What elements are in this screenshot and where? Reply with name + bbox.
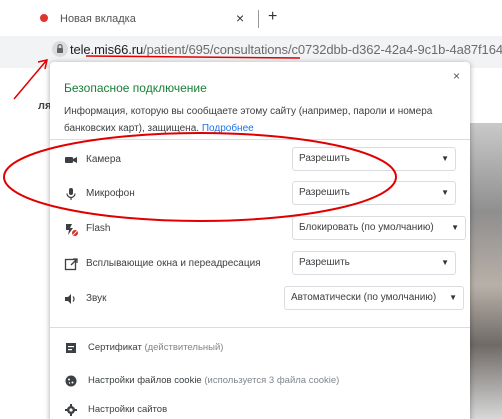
popup-redirect-icon <box>64 258 78 271</box>
microphone-permission-select[interactable]: Разрешить ▼ <box>292 181 456 205</box>
url-text[interactable]: tele.mis66.ru/patient/695/consultations/… <box>70 42 502 57</box>
flash-permission-select[interactable]: Блокировать (по умолчанию) ▼ <box>292 216 466 240</box>
sound-icon <box>65 294 75 304</box>
select-value: Блокировать (по умолчанию) <box>299 222 434 233</box>
permission-label: Flash <box>86 223 111 234</box>
record-indicator-icon <box>40 14 48 22</box>
browser-window: Новая вкладка × + tele.mis66.ru/patient/… <box>0 0 502 419</box>
permission-row-flash: Flash Блокировать (по умолчанию) ▼ <box>50 212 470 246</box>
url-path: /patient/695/consultations/c0732dbb-d362… <box>143 42 502 57</box>
sound-permission-select[interactable]: Автоматически (по умолчанию) ▼ <box>284 286 464 310</box>
url-host: tele.mis66.ru <box>70 42 144 57</box>
certificate-status: (действительный) <box>144 342 224 353</box>
permission-row-microphone: Микрофон Разрешить ▼ <box>50 177 470 211</box>
permission-label: Всплывающие окна и переадресация <box>86 258 261 269</box>
select-value: Разрешить <box>299 257 350 268</box>
new-tab-button[interactable]: + <box>268 8 277 26</box>
divider <box>50 327 470 328</box>
select-value: Разрешить <box>299 187 350 198</box>
popup-description: Информация, которую вы сообщаете этому с… <box>64 103 444 137</box>
permission-label: Камера <box>86 154 121 165</box>
certificate-row[interactable]: Сертификат (действительный) <box>50 334 470 362</box>
cookies-row[interactable]: Настройки файлов cookie (используется 3 … <box>50 367 470 395</box>
certificate-label: Сертификат (действительный) <box>88 342 223 353</box>
tab-new-tab[interactable]: Новая вкладка × <box>58 6 268 34</box>
permission-label: Звук <box>86 293 107 304</box>
cookies-text: Настройки файлов cookie <box>88 375 202 386</box>
site-settings-row[interactable]: Настройки сайтов <box>50 396 470 419</box>
select-value: Автоматически (по умолчанию) <box>291 292 437 303</box>
microphone-icon <box>66 188 76 200</box>
permission-row-camera: Камера Разрешить ▼ <box>50 143 470 177</box>
lock-icon[interactable] <box>52 41 68 57</box>
site-settings-label: Настройки сайтов <box>88 404 168 415</box>
dropdown-arrow-icon: ▼ <box>441 188 449 197</box>
dropdown-arrow-icon: ▼ <box>441 154 449 163</box>
tab-title: Новая вкладка <box>60 13 136 25</box>
tab-strip: Новая вкладка × + <box>0 0 502 36</box>
certificate-icon <box>66 343 76 353</box>
flash-blocked-icon <box>66 224 78 236</box>
permission-label: Микрофон <box>86 188 135 199</box>
permission-row-popups: Всплывающие окна и переадресация Разреши… <box>50 247 470 281</box>
more-link[interactable]: Подробнее <box>202 123 254 134</box>
popups-permission-select[interactable]: Разрешить ▼ <box>292 251 456 275</box>
dropdown-arrow-icon: ▼ <box>451 223 459 232</box>
dropdown-arrow-icon: ▼ <box>441 258 449 267</box>
camera-icon <box>65 157 77 163</box>
tab-close-icon[interactable]: × <box>236 10 244 26</box>
camera-permission-select[interactable]: Разрешить ▼ <box>292 147 456 171</box>
select-value: Разрешить <box>299 153 350 164</box>
close-icon[interactable]: × <box>453 70 460 82</box>
cookies-label: Настройки файлов cookie (используется 3 … <box>88 375 339 386</box>
certificate-text: Сертификат <box>88 342 142 353</box>
site-info-popup: × Безопасное подключение Информация, кот… <box>50 62 470 419</box>
cookie-icon <box>65 375 77 387</box>
permission-row-sound: Звук Автоматически (по умолчанию) ▼ <box>50 282 470 316</box>
popup-title: Безопасное подключение <box>64 81 207 95</box>
divider <box>50 139 470 140</box>
tab-separator <box>258 10 259 28</box>
gear-icon <box>65 404 77 416</box>
cookies-status: (используется 3 файла cookie) <box>204 375 340 386</box>
dropdown-arrow-icon: ▼ <box>449 293 457 302</box>
page-photo <box>468 123 502 419</box>
